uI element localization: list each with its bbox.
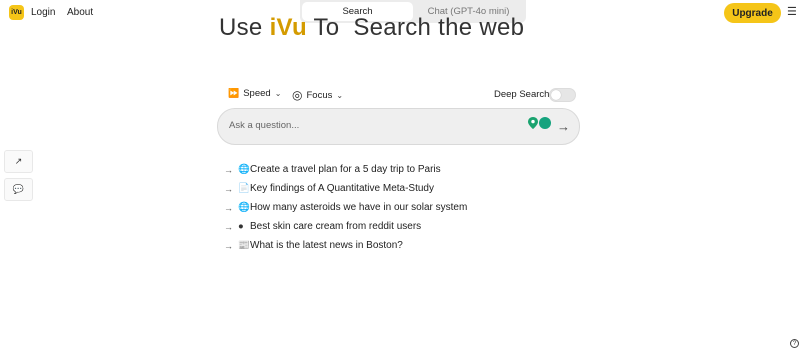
about-link[interactable]: About <box>67 7 93 18</box>
chat-bubble-icon: 💬 <box>12 184 25 194</box>
search-input[interactable] <box>229 120 519 131</box>
arrow-right-icon: → <box>224 202 233 213</box>
upgrade-button[interactable]: Upgrade <box>724 3 781 23</box>
suggestion-text: What is the latest news in Boston? <box>250 240 403 251</box>
deep-search-label: Deep Search <box>494 89 550 100</box>
send-arrow-icon[interactable]: → <box>557 119 570 134</box>
focus-icon: ◎ <box>292 88 303 102</box>
chevron-down-icon: ⌄ <box>274 89 282 98</box>
chat-button[interactable]: 💬 <box>4 178 33 201</box>
suggestion-item[interactable]: → 🌐 Create a travel plan for a 5 day tri… <box>224 160 467 179</box>
reddit-icon: ● <box>238 221 244 232</box>
hamburger-icon[interactable]: ☰ <box>787 6 799 18</box>
globe-icon: 🌐 <box>238 202 250 213</box>
speed-dropdown[interactable]: ⏩ Speed ⌄ <box>228 88 281 99</box>
suggestion-text: Best skin care cream from reddit users <box>250 221 422 232</box>
suggestion-item[interactable]: → 🌐 How many asteroids we have in our so… <box>224 198 467 217</box>
arrow-right-icon: → <box>224 164 233 175</box>
suggestion-text: Create a travel plan for a 5 day trip to… <box>250 164 441 175</box>
map-pin-icon <box>528 117 538 129</box>
speed-label: Speed <box>243 88 271 99</box>
arrow-right-icon: → <box>224 240 233 251</box>
help-icon[interactable]: ? <box>790 339 799 348</box>
focus-dropdown[interactable]: ◎ Focus ⌄ <box>292 88 343 102</box>
document-icon: 📄 <box>238 183 250 194</box>
suggestion-text: How many asteroids we have in our solar … <box>250 202 468 213</box>
arrow-right-icon: → <box>224 183 233 194</box>
suggestion-item[interactable]: → 📄 Key findings of A Quantitative Meta-… <box>224 179 467 198</box>
suggestion-list: → 🌐 Create a travel plan for a 5 day tri… <box>224 160 467 255</box>
suggestion-item[interactable]: → ● Best skin care cream from reddit use… <box>224 217 467 236</box>
toggle-knob <box>551 90 561 100</box>
search-box: → <box>217 108 580 145</box>
headline-brand: iVu <box>269 14 307 41</box>
arrow-right-icon: → <box>224 221 233 232</box>
grammarly-icon[interactable] <box>539 117 551 129</box>
fast-forward-icon: ⏩ <box>228 88 240 98</box>
headline-suffix: To Search the web <box>306 14 525 41</box>
trending-up-icon: ↗ <box>14 156 23 166</box>
globe-icon: 🌐 <box>238 164 250 175</box>
suggestion-item[interactable]: → 📰 What is the latest news in Boston? <box>224 236 467 255</box>
login-link[interactable]: Login <box>31 7 55 18</box>
newspaper-icon: 📰 <box>238 240 250 251</box>
deep-search-toggle[interactable] <box>549 88 576 102</box>
headline-prefix: Use <box>219 14 270 41</box>
chevron-down-icon: ⌄ <box>336 90 344 100</box>
suggestion-text: Key findings of A Quantitative Meta-Stud… <box>250 183 434 194</box>
page-title: Use iVu To Search the web <box>219 14 524 42</box>
focus-label: Focus <box>306 89 333 101</box>
trending-button[interactable]: ↗ <box>4 150 33 173</box>
logo[interactable]: iVu <box>9 5 24 20</box>
